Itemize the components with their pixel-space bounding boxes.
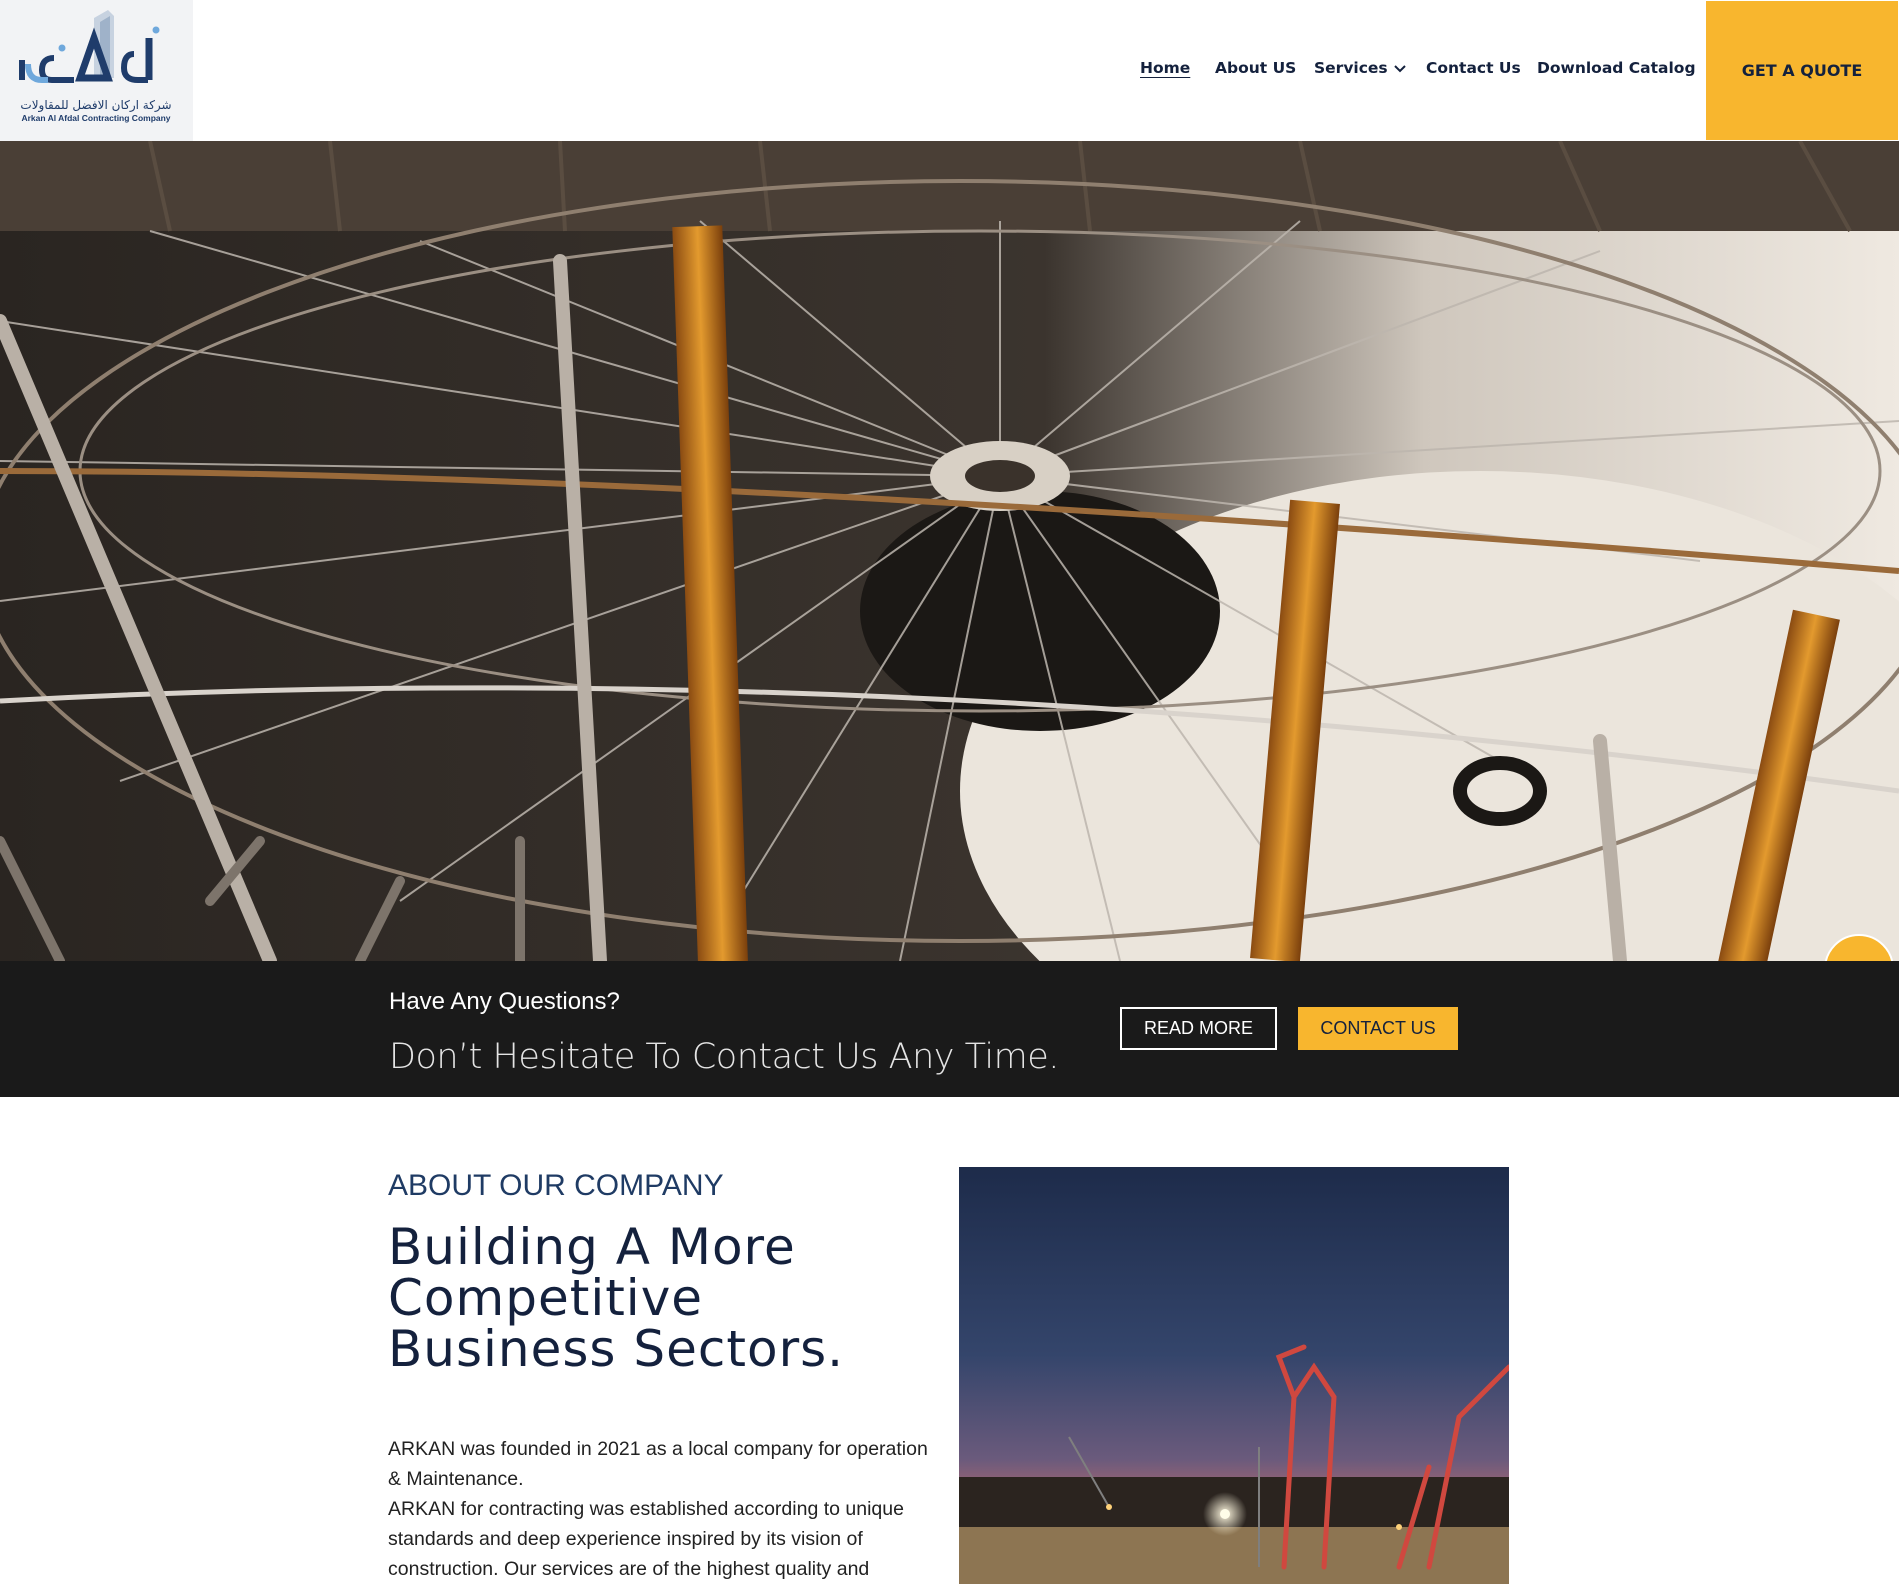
chevron-down-icon [1393, 64, 1406, 72]
company-logo[interactable]: شركة اركان الافضل للمقاولات Arkan Al Afd… [0, 0, 193, 141]
contact-us-button[interactable]: CONTACT US [1298, 1007, 1458, 1050]
nav-download-catalog[interactable]: Download Catalog [1537, 59, 1696, 77]
about-heading-line: Building A More [388, 1218, 796, 1276]
read-more-button[interactable]: READ MORE [1120, 1007, 1277, 1050]
logo-english-text: Arkan Al Afdal Contracting Company [21, 113, 171, 123]
nav-home[interactable]: Home [1140, 59, 1190, 77]
hero-banner [0, 141, 1899, 961]
get-a-quote-button[interactable]: GET A QUOTE [1706, 1, 1898, 140]
about-heading-line: Competitive [388, 1269, 704, 1327]
about-paragraph-line: ARKAN was founded in 2021 as a local com… [388, 1438, 928, 1460]
about-paragraph-line: & Maintenance. [388, 1468, 524, 1490]
nav-services[interactable]: Services [1314, 59, 1406, 77]
cta-subtitle: Don’t Hesitate To Contact Us Any Time. [389, 1037, 1059, 1077]
nav-about-us[interactable]: About US [1215, 59, 1296, 77]
about-site-photo [959, 1167, 1509, 1584]
night-construction-image [959, 1167, 1509, 1584]
about-paragraph-line: ARKAN for contracting was established ac… [388, 1498, 904, 1520]
about-paragraph-line: construction. Our services are of the hi… [388, 1558, 870, 1580]
hero-construction-image [0, 141, 1899, 961]
logo-mark-icon [19, 10, 160, 83]
nav-contact-us[interactable]: Contact Us [1426, 59, 1521, 77]
site-header: شركة اركان الافضل للمقاولات Arkan Al Afd… [0, 0, 1899, 141]
contact-cta-band: Have Any Questions? Don’t Hesitate To Co… [0, 961, 1899, 1097]
about-paragraph-line: standards and deep experience inspired b… [388, 1528, 863, 1550]
about-heading: Building A More Competitive Business Sec… [388, 1222, 908, 1375]
about-heading-line: Business Sectors. [388, 1320, 845, 1378]
about-paragraph: ARKAN was founded in 2021 as a local com… [388, 1434, 938, 1584]
about-eyebrow: ABOUT OUR COMPANY [388, 1169, 724, 1202]
nav-services-label: Services [1314, 59, 1388, 77]
cta-question: Have Any Questions? [389, 988, 620, 1015]
logo-arabic-text: شركة اركان الافضل للمقاولات [20, 98, 172, 112]
